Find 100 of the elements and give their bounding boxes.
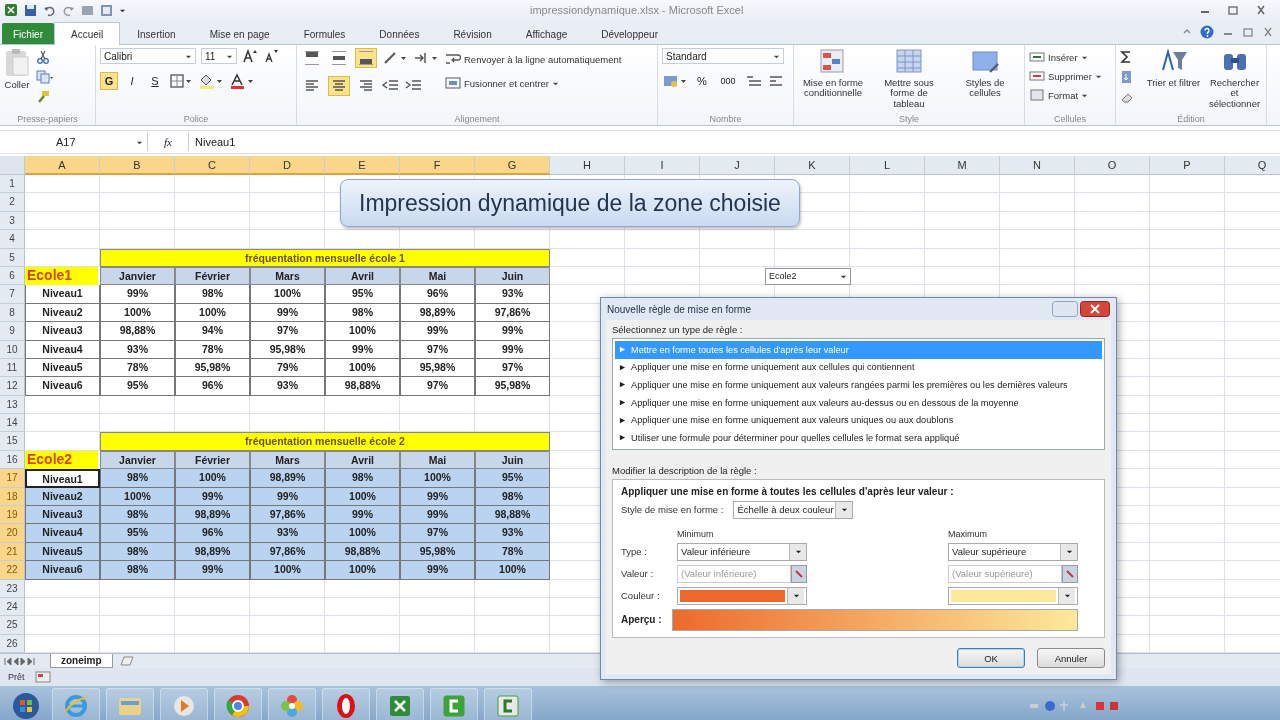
opera-icon[interactable]: [322, 688, 370, 720]
shrink-font-icon[interactable]: [263, 48, 279, 64]
align-center-button[interactable]: [328, 76, 350, 96]
restore-icon[interactable]: [1226, 5, 1240, 15]
type-dropdown[interactable]: Valeur supérieure: [948, 542, 1078, 561]
column-header[interactable]: B: [100, 156, 175, 175]
style-button[interactable]: Mise en forme conditionnelle: [798, 48, 868, 99]
borders-icon[interactable]: [169, 73, 193, 89]
ribbon-tab[interactable]: Affichage: [508, 23, 585, 44]
spreadsheet-app-icon[interactable]: [4, 3, 18, 17]
file-tab[interactable]: Fichier: [2, 23, 54, 44]
grow-font-icon[interactable]: [242, 48, 258, 64]
row-number[interactable]: 20: [0, 524, 25, 543]
ribbon-tab[interactable]: Mise en page: [192, 23, 287, 44]
macro-record-icon[interactable]: [34, 671, 51, 683]
layout-icon[interactable]: [100, 3, 113, 17]
paintbrush-icon[interactable]: [36, 90, 50, 104]
orientation-icon[interactable]: [382, 50, 408, 66]
formula-field[interactable]: Niveau1: [188, 133, 1280, 151]
close-icon[interactable]: [1254, 5, 1268, 15]
sheet-tab[interactable]: zoneimp: [50, 654, 113, 668]
currency-icon[interactable]: [662, 73, 688, 89]
column-header[interactable]: A: [25, 156, 100, 175]
align-bottom-button[interactable]: [355, 48, 377, 68]
merge-center-button[interactable]: Fusionner et centrer: [445, 76, 622, 90]
column-header[interactable]: G: [475, 156, 550, 175]
dropdown-field[interactable]: Ecole2: [765, 267, 851, 285]
rule-type-item[interactable]: Appliquer une mise en forme uniquement aux valeurs uniques ou aux doublons: [615, 411, 1102, 429]
color-picker[interactable]: [948, 586, 1078, 605]
column-header[interactable]: D: [250, 156, 325, 175]
row-number[interactable]: 22: [0, 561, 25, 580]
text-direction-icon[interactable]: [413, 50, 439, 66]
fill-color-icon[interactable]: [198, 73, 224, 89]
editing-button[interactable]: Rechercher et sélectionner: [1207, 48, 1262, 110]
close-icon[interactable]: [1080, 301, 1110, 317]
percent-button[interactable]: %: [693, 72, 711, 90]
print-preview-icon[interactable]: [81, 3, 94, 17]
rule-type-item[interactable]: Utiliser une formule pour déterminer pour quelles cellules le format sera appliqué: [615, 428, 1102, 447]
thousands-button[interactable]: 000: [716, 72, 740, 90]
style-dropdown[interactable]: Échelle à deux couleur: [733, 500, 854, 519]
row-number[interactable]: 1: [0, 175, 25, 194]
column-header[interactable]: E: [325, 156, 400, 175]
number-format-field[interactable]: Standard: [662, 48, 784, 64]
help-icon[interactable]: [1200, 25, 1214, 39]
italic-button[interactable]: I: [123, 72, 141, 90]
column-header[interactable]: M: [925, 156, 1000, 175]
save-icon[interactable]: [24, 3, 37, 17]
column-header[interactable]: N: [1000, 156, 1075, 175]
media-player-icon[interactable]: [160, 688, 208, 720]
column-header[interactable]: P: [1150, 156, 1225, 175]
column-header[interactable]: H: [550, 156, 625, 175]
rule-type-item[interactable]: Appliquer une mise en forme uniquement aux cellules qui contiennent: [615, 358, 1102, 377]
range-picker-icon[interactable]: [1062, 564, 1078, 583]
row-number[interactable]: 7: [0, 285, 25, 304]
column-header[interactable]: Q: [1225, 156, 1280, 175]
paste-button[interactable]: Coller: [4, 48, 30, 91]
cells-button[interactable]: Insérer: [1029, 50, 1088, 64]
font-size-field[interactable]: 11: [201, 48, 237, 64]
scissors-icon[interactable]: [36, 50, 50, 64]
increase-decimal-icon[interactable]: [745, 73, 763, 89]
function-label[interactable]: fx: [148, 136, 188, 148]
row-number[interactable]: 14: [0, 414, 25, 433]
font-color-icon[interactable]: [229, 73, 255, 89]
row-number[interactable]: 9: [0, 322, 25, 341]
row-number[interactable]: 25: [0, 616, 25, 635]
column-header[interactable]: C: [175, 156, 250, 175]
ribbon-tab[interactable]: Données: [362, 23, 437, 44]
rule-type-item[interactable]: Appliquer une mise en forme uniquement aux valeurs rangées parmi les premières ou les dernières valeurs: [615, 376, 1102, 394]
range-picker-icon[interactable]: [791, 564, 807, 583]
style-button[interactable]: Mettre sous forme de tableau: [874, 48, 944, 110]
wrap-text-button[interactable]: Renvoyer à la ligne automatiquement: [445, 52, 622, 66]
browser-icon[interactable]: [52, 688, 100, 720]
editor-icon[interactable]: [484, 688, 532, 720]
row-number[interactable]: 19: [0, 506, 25, 525]
ok-button[interactable]: OK: [957, 648, 1025, 668]
cells-button[interactable]: Format: [1029, 88, 1089, 102]
ribbon-tab[interactable]: Accueil: [54, 22, 121, 45]
recorder-icon[interactable]: [430, 688, 478, 720]
restore-icon[interactable]: [1242, 27, 1254, 37]
color-picker[interactable]: [677, 586, 807, 605]
style-button[interactable]: Styles de cellules: [950, 48, 1020, 99]
flower-icon[interactable]: [268, 688, 316, 720]
spreadsheet-app-icon[interactable]: [376, 688, 424, 720]
ribbon-tab[interactable]: Révision: [436, 23, 509, 44]
bold-button[interactable]: G: [100, 72, 118, 90]
editing-button[interactable]: Trier et filtrer: [1146, 48, 1201, 89]
row-number[interactable]: 12: [0, 377, 25, 396]
font-name-field[interactable]: Calibri: [100, 48, 196, 64]
ribbon-tab[interactable]: Développeur: [584, 23, 675, 44]
row-number[interactable]: 4: [0, 230, 25, 249]
row-number[interactable]: 17: [0, 469, 25, 488]
cells-button[interactable]: Supprimer: [1029, 69, 1102, 83]
cancel-button[interactable]: Annuler: [1037, 648, 1105, 668]
column-header[interactable]: I: [625, 156, 700, 175]
copy-icon[interactable]: [36, 70, 54, 84]
underline-button[interactable]: S: [146, 72, 164, 90]
ribbon-tab[interactable]: Formules: [286, 23, 363, 44]
row-number[interactable]: 15: [0, 432, 25, 451]
column-header[interactable]: L: [850, 156, 925, 175]
tray-icons-drawing[interactable]: [1030, 699, 1120, 713]
